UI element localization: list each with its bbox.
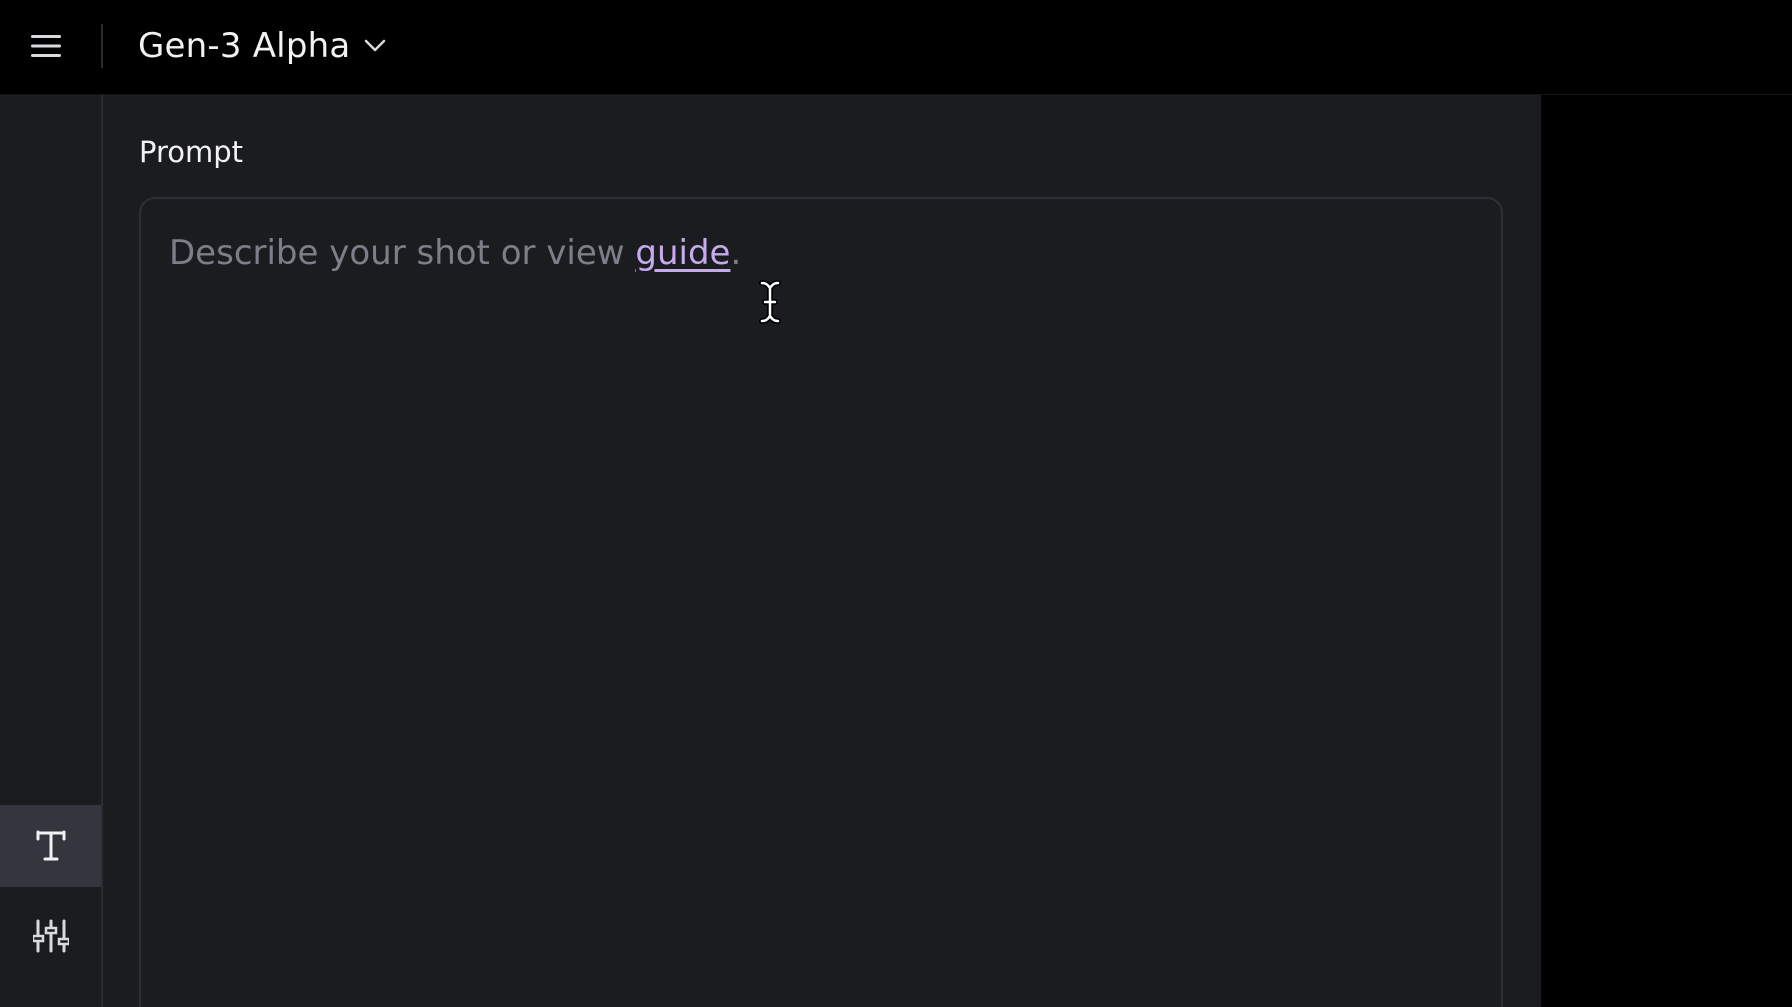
- model-title: Gen-3 Alpha: [138, 26, 351, 66]
- top-divider: [101, 24, 103, 68]
- prompt-textarea[interactable]: Describe your shot or view guide.: [139, 197, 1503, 1007]
- prompt-placeholder: Describe your shot or view guide.: [169, 233, 741, 273]
- placeholder-text: Describe your shot or view: [169, 233, 636, 273]
- top-bar: Gen-3 Alpha: [0, 0, 1792, 95]
- model-selector[interactable]: Gen-3 Alpha: [138, 20, 386, 72]
- prompt-panel: Prompt Describe your shot or view guide.: [103, 95, 1541, 1007]
- text-t-icon: [36, 830, 65, 861]
- chevron-down-icon: [365, 39, 386, 52]
- placeholder-trailing: .: [730, 233, 742, 273]
- preview-area: [1541, 95, 1792, 1007]
- menu-button[interactable]: [22, 22, 70, 70]
- settings-sliders-tool-button[interactable]: [0, 895, 101, 977]
- sliders-icon: [32, 919, 69, 953]
- hamburger-menu-icon: [31, 35, 61, 57]
- app-window: Gen-3 Alpha Prompt Describe your shot or…: [0, 0, 1792, 1007]
- prompt-label: Prompt: [139, 135, 244, 169]
- guide-link[interactable]: guide: [635, 233, 730, 273]
- tool-sidebar: [0, 95, 103, 1007]
- text-prompt-tool-button[interactable]: [0, 805, 101, 887]
